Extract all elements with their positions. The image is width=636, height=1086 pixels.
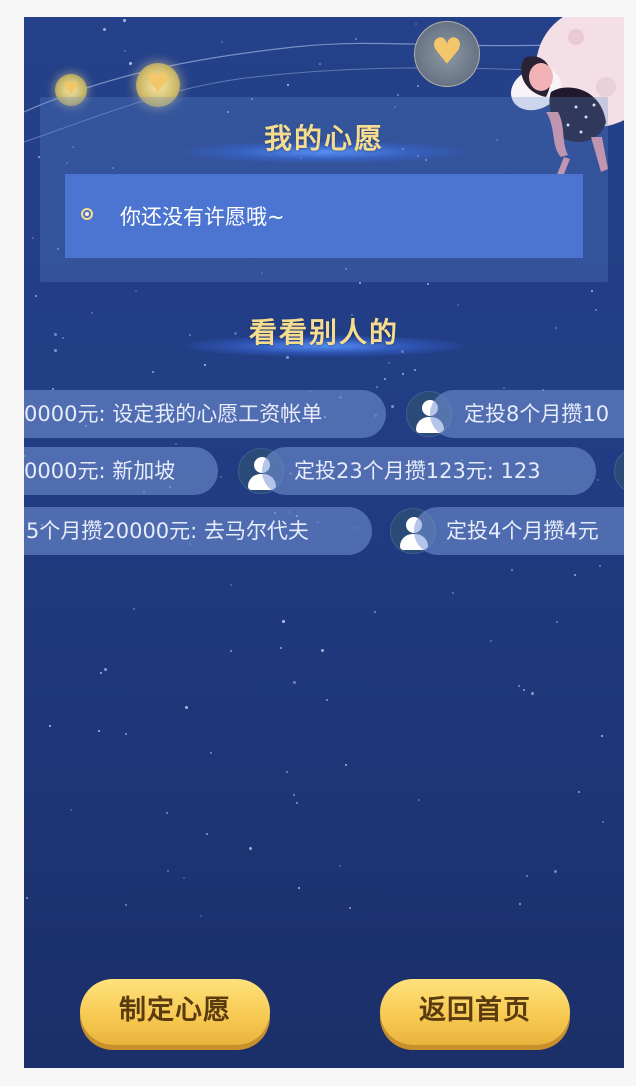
avatar-icon (614, 448, 624, 494)
star (167, 870, 169, 872)
wish-pill: 5个月攒20000元: 去马尔代夫 (24, 507, 372, 555)
star (511, 569, 513, 571)
star (293, 681, 296, 684)
star (418, 799, 420, 801)
star (286, 771, 288, 773)
barrage-row: 0000元: 设定我的心愿工资帐单 定投8个月攒10 (24, 390, 624, 438)
star (230, 584, 232, 586)
star (175, 443, 177, 445)
star (591, 290, 593, 292)
star (296, 802, 298, 804)
wish-pill: 定投8个月攒10 (430, 390, 624, 438)
star (204, 364, 206, 366)
wish-pill-text: 0000元: 设定我的心愿工资帐单 (24, 402, 323, 426)
star (183, 877, 185, 879)
star (125, 733, 127, 735)
star (503, 387, 505, 389)
star (402, 373, 404, 375)
star (280, 647, 282, 649)
star (523, 689, 525, 691)
star (210, 752, 212, 754)
star (135, 290, 137, 292)
star (35, 295, 37, 297)
star (70, 809, 72, 811)
star (321, 649, 324, 652)
star (49, 725, 51, 727)
star (601, 735, 603, 737)
star (282, 620, 285, 623)
heart-icon: ♥ (146, 68, 170, 99)
wish-pill: 0000元: 设定我的心愿工资帐单 (24, 390, 386, 438)
star (230, 650, 232, 652)
wish-pill: 定投4个月攒4元 (414, 507, 624, 555)
star (200, 915, 202, 917)
star (185, 706, 188, 709)
star (388, 362, 390, 364)
star (98, 730, 100, 732)
star (554, 870, 557, 873)
wish-pill-text: 5个月攒20000元: 去马尔代夫 (26, 519, 309, 543)
wish-empty-box: 你还没有许愿哦~ (65, 174, 583, 258)
wish-empty-text: 你还没有许愿哦~ (120, 205, 285, 229)
heart-orb-large: ♥ (414, 21, 480, 87)
star (414, 369, 416, 371)
star (374, 611, 376, 613)
star (574, 574, 576, 576)
wish-pill-text: 0000元: 新加坡 (24, 459, 176, 483)
star (293, 794, 295, 796)
star (578, 791, 580, 793)
star (359, 282, 361, 284)
star (249, 847, 252, 850)
heart-icon: ♥ (430, 31, 464, 73)
star (152, 371, 154, 373)
star (26, 897, 28, 899)
my-wish-title: 我的心愿 (263, 122, 384, 155)
star (206, 833, 208, 835)
barrage-row: 0000元: 新加坡 定投23个月攒123元: 123 (24, 447, 624, 495)
star (518, 685, 520, 687)
wish-pill-text: 定投8个月攒10 (464, 402, 610, 426)
star (339, 865, 341, 867)
star (427, 283, 429, 285)
star (452, 592, 454, 594)
star (345, 764, 347, 766)
star (349, 907, 351, 909)
star (531, 692, 534, 695)
barrage-row: 5个月攒20000元: 去马尔代夫 定投4个月攒4元 (24, 507, 624, 555)
star (556, 621, 558, 623)
star (166, 812, 168, 814)
star (376, 386, 378, 388)
star (100, 672, 102, 674)
wish-pill: 0000元: 新加坡 (24, 447, 218, 495)
star (490, 640, 492, 642)
star (298, 887, 300, 889)
star (457, 304, 459, 306)
wish-pill: 定投23个月攒123元: 123 (262, 447, 596, 495)
star (104, 668, 107, 671)
wish-pill-text: 定投23个月攒123元: 123 (294, 459, 541, 483)
back-home-button[interactable]: 返回首页 (380, 979, 570, 1045)
star (125, 904, 127, 906)
others-title: 看看别人的 (248, 316, 399, 349)
star (384, 378, 386, 380)
star (519, 903, 521, 905)
make-wish-button[interactable]: 制定心愿 (80, 979, 270, 1045)
radio-icon (81, 208, 93, 220)
star (326, 699, 328, 701)
star (526, 875, 528, 877)
star (599, 565, 601, 567)
star (32, 237, 34, 239)
star (133, 608, 135, 610)
star (602, 821, 604, 823)
wish-pill-text: 定投4个月攒4元 (446, 519, 599, 543)
app-screen: ♥ ♥ ♥ 我的心愿 你还没有许愿哦~ 看看别人的 0000元: 设定我的心愿工… (24, 17, 624, 1068)
